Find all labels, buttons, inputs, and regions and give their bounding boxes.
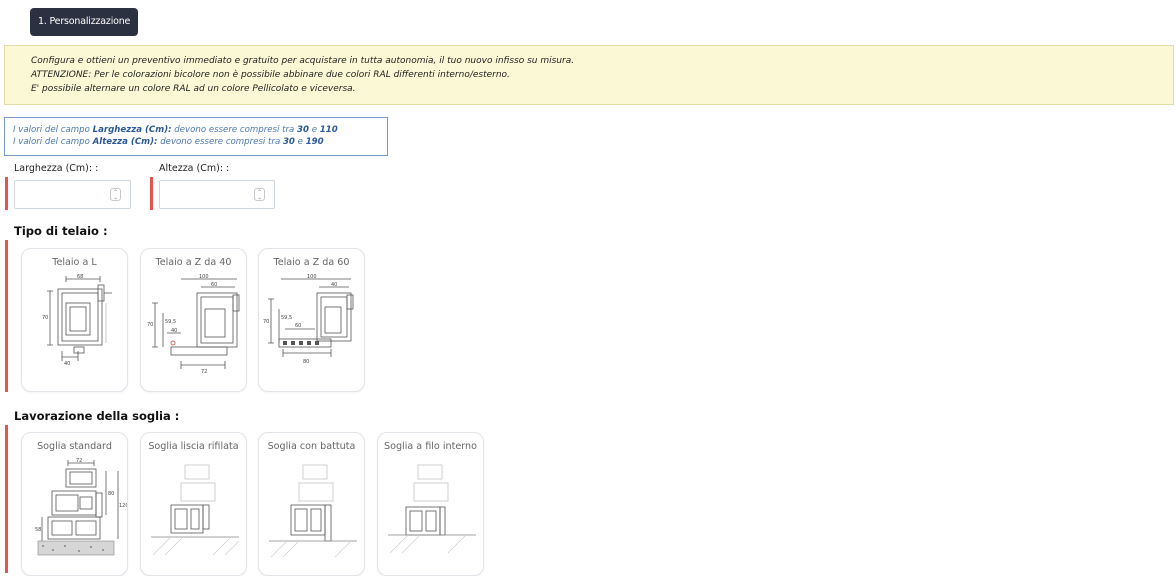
frame-option-z60[interactable]: Telaio a Z da 60 100 40 70 59,5 60 80 xyxy=(258,248,365,392)
height-input[interactable]: ⌃ ⌄ xyxy=(159,180,275,209)
threshold-option-label: Soglia a filo interno xyxy=(383,441,477,452)
frame-type-title: Tipo di telaio : xyxy=(14,224,108,238)
range-hint-box: I valori del campo Larghezza (Cm): devon… xyxy=(4,117,388,156)
svg-text:60: 60 xyxy=(295,323,301,329)
svg-text:68: 68 xyxy=(77,274,83,280)
svg-text:59,5: 59,5 xyxy=(165,319,176,325)
info-notice: Configura e ottieni un preventivo immedi… xyxy=(4,45,1174,105)
svg-text:100: 100 xyxy=(199,274,209,280)
threshold-rebated-icon xyxy=(269,464,357,558)
frame-option-label: Telaio a Z da 60 xyxy=(273,257,350,268)
svg-text:40: 40 xyxy=(331,282,337,288)
frame-z60-profile-icon: 100 40 70 59,5 60 80 xyxy=(263,274,354,365)
width-label: Larghezza (Cm): : xyxy=(14,163,99,174)
threshold-option-label: Soglia con battuta xyxy=(267,441,356,452)
svg-text:59,5: 59,5 xyxy=(281,315,292,321)
height-label: Altezza (Cm): : xyxy=(159,163,230,174)
svg-text:120: 120 xyxy=(119,503,128,509)
notice-line-1: Configura e ottieni un preventivo immedi… xyxy=(31,56,575,66)
svg-text:40: 40 xyxy=(64,361,70,367)
step-badge[interactable]: 1. Personalizzazione xyxy=(30,8,139,36)
frame-option-label: Telaio a L xyxy=(52,257,97,268)
notice-line-2: ATTENZIONE: Per le colorazioni bicolore … xyxy=(31,70,510,80)
width-required-bar xyxy=(5,177,8,210)
svg-text:72: 72 xyxy=(76,458,82,464)
threshold-option-rebated[interactable]: Soglia con battuta xyxy=(258,432,365,576)
notice-line-3: E' possibile alternare un colore RAL ad … xyxy=(31,84,356,94)
threshold-flush-internal-icon xyxy=(388,464,476,554)
frame-option-l[interactable]: Telaio a L 68 70 40 xyxy=(21,248,128,392)
threshold-option-label: Soglia standard xyxy=(37,441,112,452)
svg-text:40: 40 xyxy=(171,328,177,334)
threshold-standard-icon: 72 80 120 58 xyxy=(35,458,128,556)
svg-text:70: 70 xyxy=(147,322,153,328)
width-range-hint: I valori del campo Larghezza (Cm): devon… xyxy=(13,125,338,135)
threshold-option-smooth-trimmed[interactable]: Soglia liscia rifilata xyxy=(140,432,247,576)
svg-text:80: 80 xyxy=(303,359,309,365)
frame-l-profile-icon: 68 70 40 xyxy=(42,274,112,367)
threshold-option-standard[interactable]: Soglia standard 72 80 120 58 xyxy=(21,432,128,576)
svg-text:58: 58 xyxy=(35,527,41,533)
frame-required-bar xyxy=(5,240,8,392)
width-spinner[interactable]: ⌃ ⌄ xyxy=(110,188,121,201)
frame-z40-profile-icon: 100 60 70 59,5 40 72 xyxy=(147,274,240,375)
height-required-bar xyxy=(150,177,153,210)
svg-text:80: 80 xyxy=(108,491,114,497)
svg-text:72: 72 xyxy=(201,369,207,375)
threshold-option-flush-internal[interactable]: Soglia a filo interno xyxy=(377,432,484,576)
threshold-title: Lavorazione della soglia : xyxy=(14,409,180,423)
frame-option-z40[interactable]: Telaio a Z da 40 100 60 70 59,5 40 72 xyxy=(140,248,247,392)
svg-text:70: 70 xyxy=(42,315,48,321)
threshold-required-bar xyxy=(5,425,8,573)
frame-option-label: Telaio a Z da 40 xyxy=(155,257,232,268)
threshold-option-label: Soglia liscia rifilata xyxy=(148,441,239,452)
svg-text:60: 60 xyxy=(211,282,217,288)
svg-text:100: 100 xyxy=(307,274,317,280)
width-input[interactable]: ⌃ ⌄ xyxy=(14,180,131,209)
svg-text:70: 70 xyxy=(263,319,269,325)
height-range-hint: I valori del campo Altezza (Cm): devono … xyxy=(13,137,324,147)
height-spinner[interactable]: ⌃ ⌄ xyxy=(254,188,265,201)
threshold-smooth-trimmed-icon xyxy=(151,464,240,556)
